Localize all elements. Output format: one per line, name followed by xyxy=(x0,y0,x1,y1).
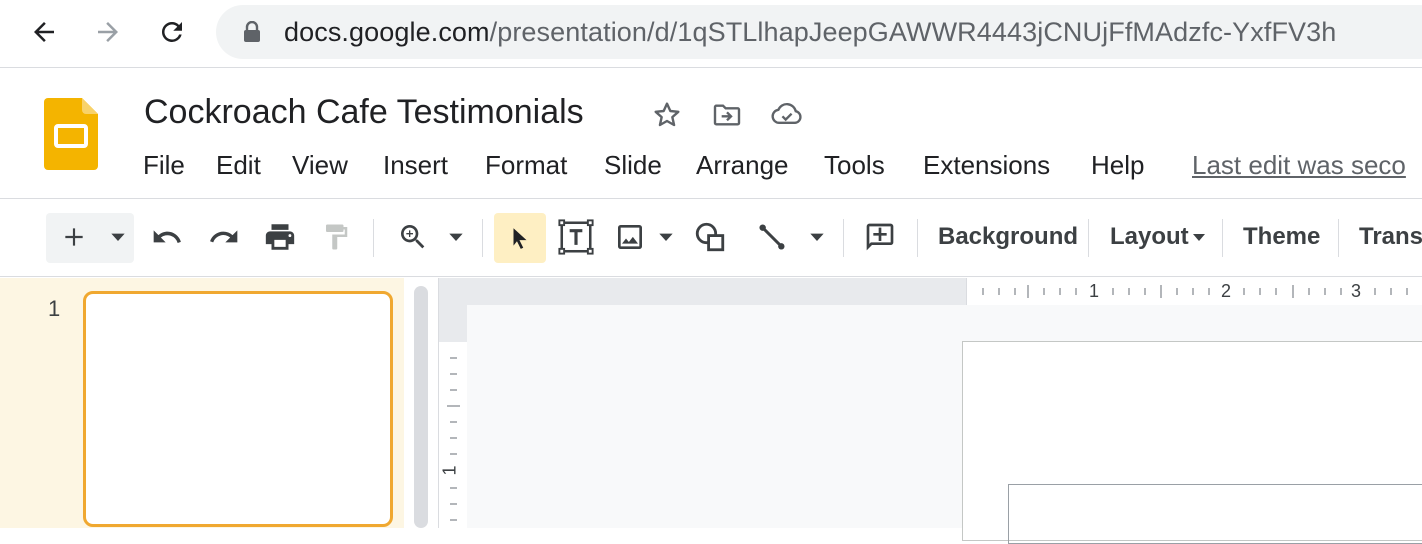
reload-button[interactable] xyxy=(152,12,192,52)
toolbar-separator xyxy=(1338,219,1339,257)
app-header: Cockroach Cafe Testimonials File Edit Vi… xyxy=(0,68,1422,198)
filmstrip-scrollbar[interactable] xyxy=(414,286,428,528)
forward-button[interactable] xyxy=(88,12,128,52)
toolbar-separator xyxy=(482,219,483,257)
slides-logo-icon[interactable] xyxy=(44,98,98,170)
text-box-icon xyxy=(558,219,594,255)
caret-down-icon xyxy=(1192,234,1205,242)
line-dropdown[interactable] xyxy=(797,217,837,257)
vertical-ruler-active-area[interactable]: 1 xyxy=(439,342,467,528)
last-edit-link[interactable]: Last edit was seco xyxy=(1192,150,1406,181)
image-icon xyxy=(618,225,642,249)
lock-icon xyxy=(244,21,260,42)
zoom-dropdown[interactable] xyxy=(436,217,476,257)
toolbar-separator xyxy=(917,219,918,257)
toolbar-separator xyxy=(1088,219,1089,257)
caret-down-icon xyxy=(810,233,824,241)
slide-thumbnail[interactable] xyxy=(83,291,393,527)
document-title[interactable]: Cockroach Cafe Testimonials xyxy=(144,93,584,132)
url-path: /presentation/d/1qSTLlhapJeepGAWWR4443jC… xyxy=(489,17,1337,47)
url-host: docs.google.com xyxy=(284,17,490,47)
arrow-left-icon xyxy=(34,22,54,42)
theme-button[interactable]: Theme xyxy=(1243,223,1320,251)
layout-button[interactable]: Layout xyxy=(1110,223,1205,251)
cloud-saved-icon xyxy=(771,102,802,125)
layout-label: Layout xyxy=(1110,223,1189,250)
zoom-button[interactable] xyxy=(393,217,433,257)
text-box-button[interactable] xyxy=(556,217,596,257)
redo-icon xyxy=(210,230,238,243)
reload-icon xyxy=(161,21,182,42)
shape-button[interactable] xyxy=(690,217,730,257)
ruler-ticks xyxy=(447,357,460,521)
shapes-icon xyxy=(695,222,725,252)
ruler-label: 3 xyxy=(1351,281,1362,301)
cursor-arrow-icon xyxy=(513,228,527,249)
cloud-status-button[interactable] xyxy=(770,98,804,132)
select-tool-button[interactable] xyxy=(494,213,546,263)
menu-format[interactable]: Format xyxy=(485,150,567,181)
paint-format-icon xyxy=(326,224,348,250)
ruler-label: 1 xyxy=(439,465,460,476)
caret-down-icon xyxy=(111,233,125,241)
toolbar-separator xyxy=(1222,219,1223,257)
redo-button[interactable] xyxy=(204,217,244,257)
menu-insert[interactable]: Insert xyxy=(383,150,448,181)
menu-view[interactable]: View xyxy=(292,150,348,181)
ruler-label: 1 xyxy=(1089,281,1100,301)
menu-file[interactable]: File xyxy=(143,150,185,181)
toolbar-separator xyxy=(843,219,844,257)
paint-format-button[interactable] xyxy=(316,217,356,257)
menu-help[interactable]: Help xyxy=(1091,150,1144,181)
back-button[interactable] xyxy=(24,12,64,52)
menu-arrange[interactable]: Arrange xyxy=(696,150,789,181)
browser-toolbar: docs.google.com/presentation/d/1qSTLlhap… xyxy=(0,0,1422,68)
background-button[interactable]: Background xyxy=(938,223,1078,251)
insert-image-dropdown[interactable] xyxy=(646,217,686,257)
star-icon xyxy=(654,102,680,127)
caret-down-icon xyxy=(449,233,463,241)
slide-filmstrip: 1 xyxy=(0,278,404,528)
address-bar[interactable]: docs.google.com/presentation/d/1qSTLlhap… xyxy=(216,5,1422,59)
menu-extensions[interactable]: Extensions xyxy=(923,150,1050,181)
insert-image-button[interactable] xyxy=(610,217,650,257)
folder-move-icon xyxy=(713,104,741,126)
add-comment-icon xyxy=(866,223,894,251)
line-icon xyxy=(759,224,785,250)
print-button[interactable] xyxy=(260,217,300,257)
ruler-corner xyxy=(439,278,467,305)
transition-button[interactable]: Transi xyxy=(1359,223,1422,251)
slide-placeholder[interactable] xyxy=(1008,484,1422,544)
add-comment-button[interactable] xyxy=(860,217,900,257)
new-slide-button[interactable] xyxy=(54,217,94,257)
print-icon xyxy=(265,224,295,250)
undo-icon xyxy=(153,230,181,243)
caret-down-icon xyxy=(659,233,673,241)
ruler-label: 2 xyxy=(1221,281,1232,301)
horizontal-ruler-active-area[interactable]: 1 2 3 xyxy=(966,278,1422,305)
line-button[interactable] xyxy=(752,217,792,257)
move-button[interactable] xyxy=(710,98,744,132)
new-slide-layout-dropdown[interactable] xyxy=(98,217,138,257)
menu-edit[interactable]: Edit xyxy=(216,150,261,181)
zoom-in-icon xyxy=(401,225,425,249)
url-text: docs.google.com/presentation/d/1qSTLlhap… xyxy=(284,17,1336,48)
plus-icon xyxy=(65,228,83,246)
toolbar-separator xyxy=(373,219,374,257)
toolbar: Background Layout Theme Transi xyxy=(0,199,1422,277)
slide-number: 1 xyxy=(48,296,61,321)
arrow-right-icon xyxy=(98,22,118,42)
star-button[interactable] xyxy=(650,98,684,132)
menu-slide[interactable]: Slide xyxy=(604,150,662,181)
undo-button[interactable] xyxy=(147,217,187,257)
menu-tools[interactable]: Tools xyxy=(824,150,885,181)
